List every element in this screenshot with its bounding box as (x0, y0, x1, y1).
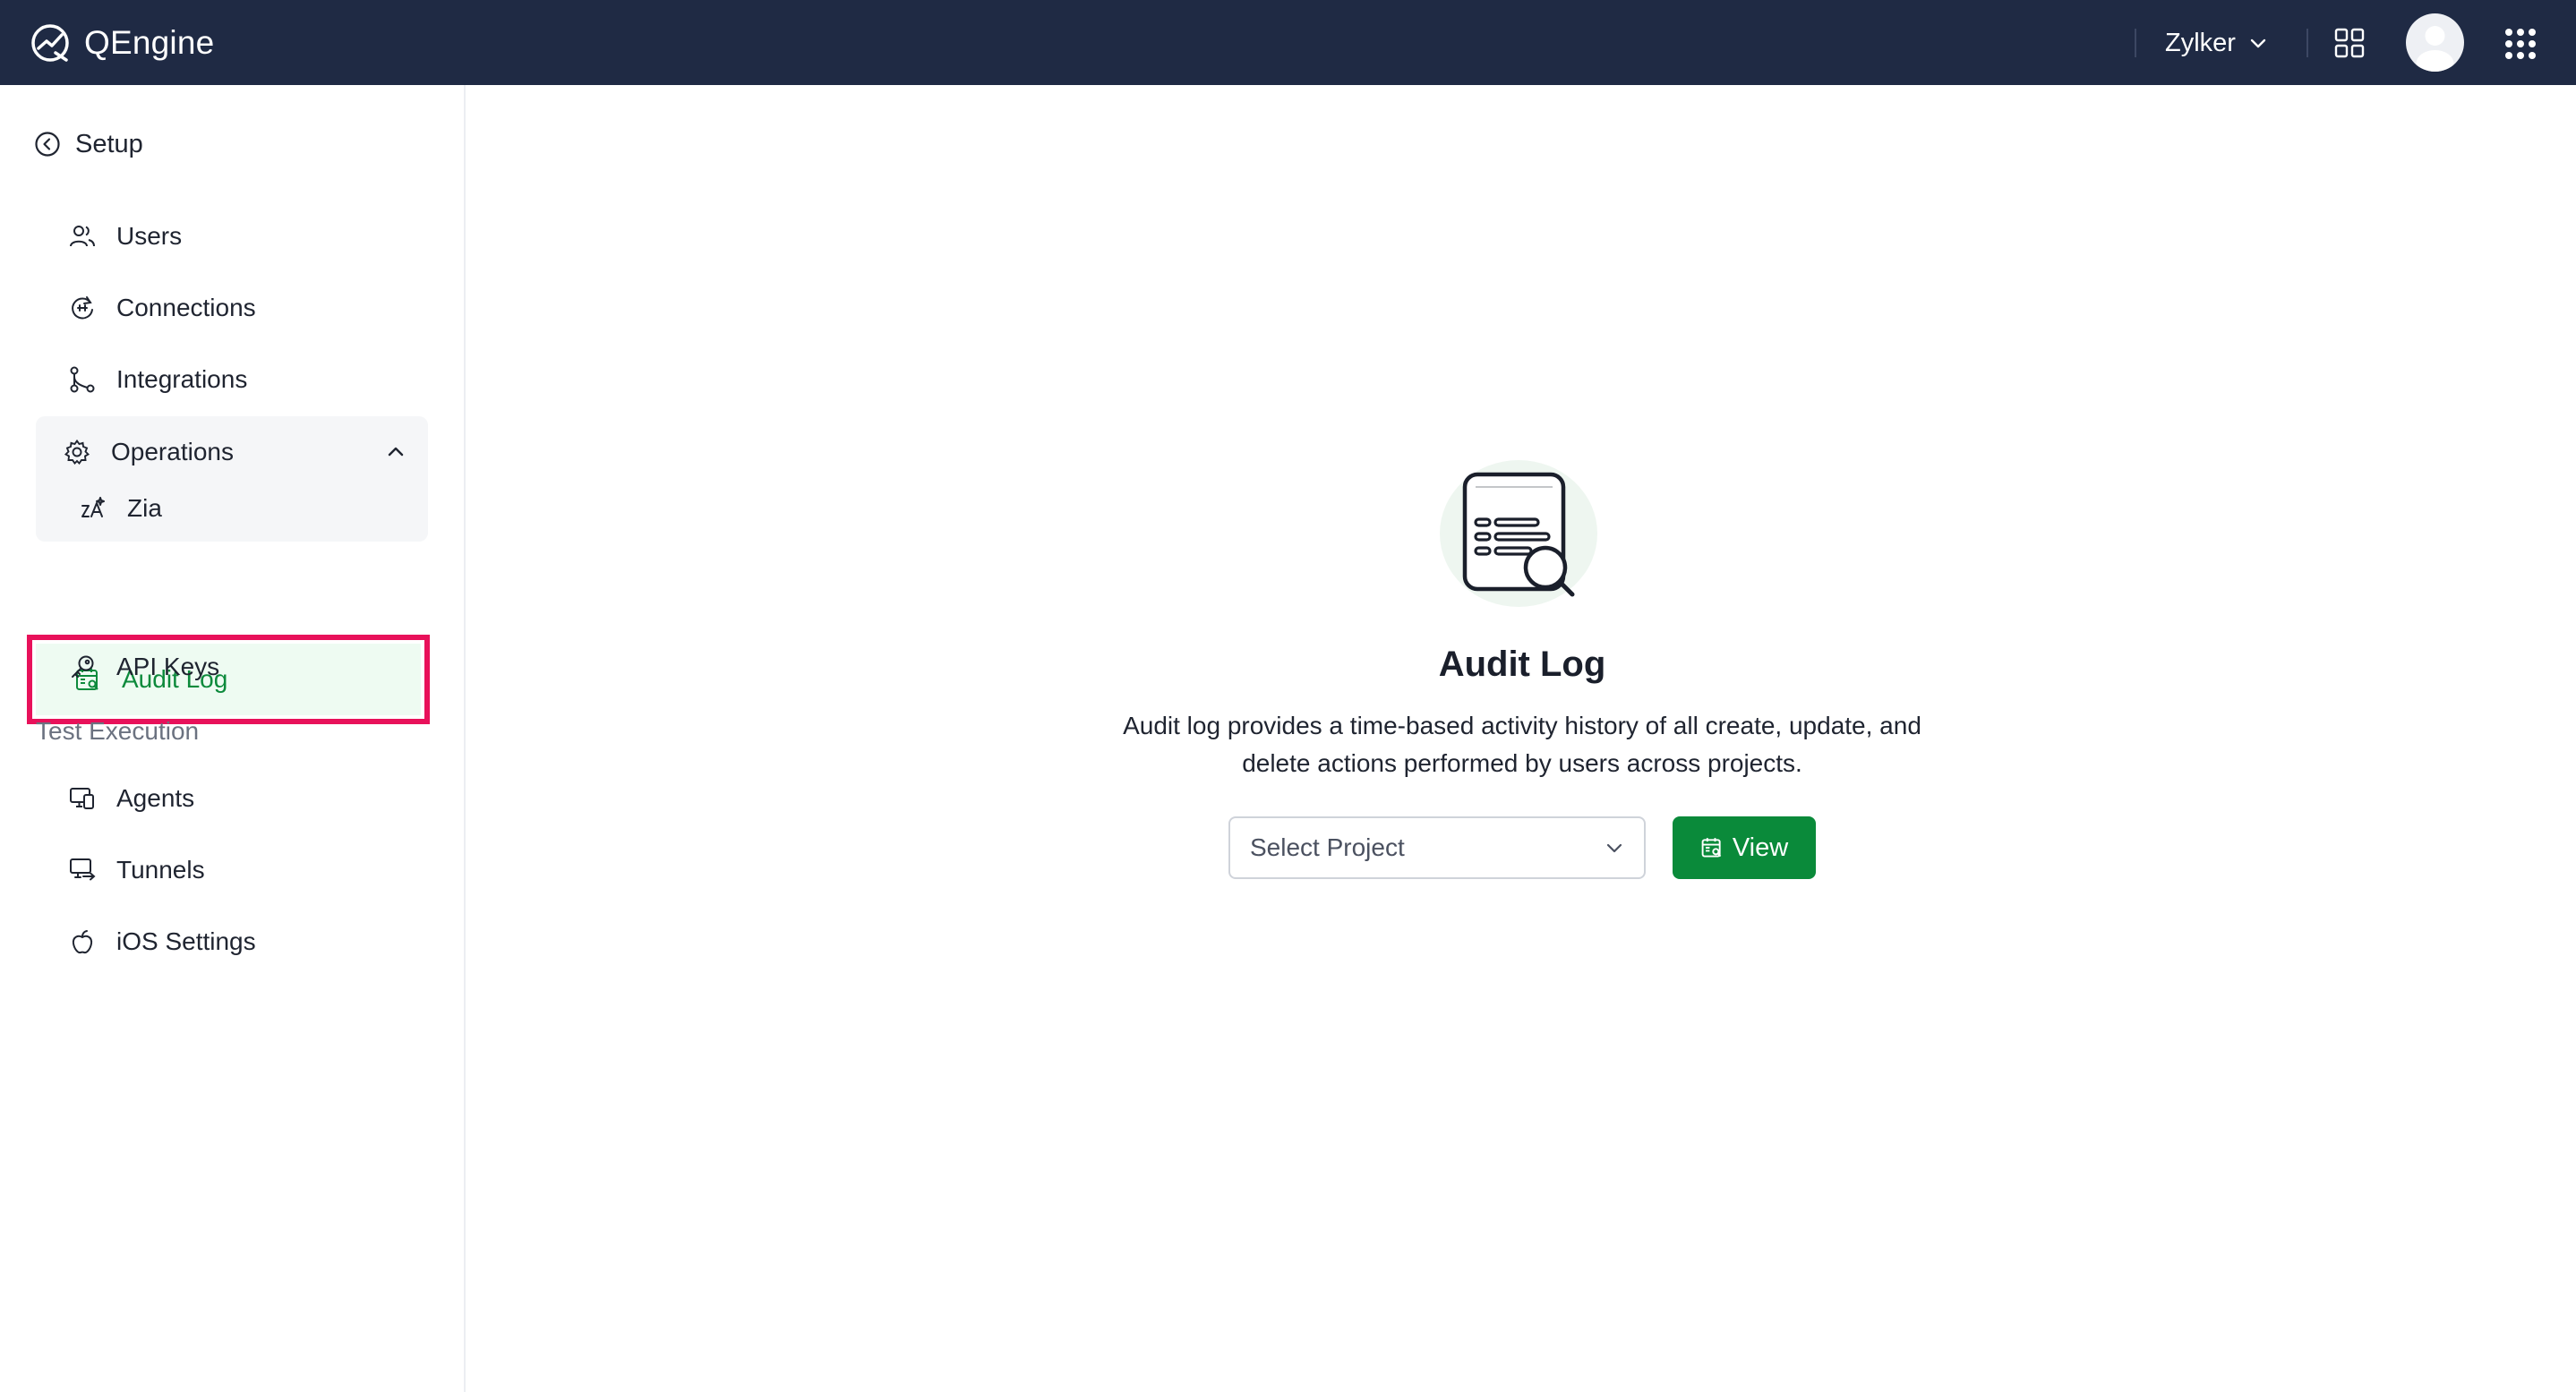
sidebar-item-agents[interactable]: Agents (68, 771, 194, 826)
org-switcher[interactable]: Zylker (2165, 25, 2268, 61)
view-button-label: View (1732, 833, 1789, 862)
brand[interactable]: QEngine (29, 20, 214, 66)
chevron-down-icon (2248, 33, 2268, 53)
header-divider (2135, 29, 2136, 57)
sidebar-item-label: Zia (127, 494, 162, 522)
sidebar-item-integrations[interactable]: Integrations (68, 352, 247, 407)
view-button[interactable]: View (1673, 816, 1816, 879)
sidebar-item-label: Integrations (116, 365, 248, 393)
operations-group: Operations Zia (36, 416, 428, 542)
section-title-test-execution: Test Execution (36, 717, 200, 745)
sidebar-item-label: Tunnels (116, 856, 205, 884)
qengine-logo-icon (29, 21, 72, 64)
audit-log-icon (1700, 836, 1724, 859)
page-title: Audit Log (1438, 645, 1606, 684)
avatar[interactable] (2406, 13, 2464, 72)
sidebar-item-label: API Keys (116, 653, 220, 680)
apple-icon (68, 927, 97, 956)
sidebar-item-label: Agents (116, 784, 195, 812)
description-line: delete actions performed by users across… (1242, 749, 1802, 777)
org-name: Zylker (2165, 28, 2236, 57)
operations-label: Operations (111, 438, 234, 465)
operations-toggle[interactable]: Operations (63, 432, 407, 472)
tunnels-icon (68, 856, 97, 884)
gear-icon (63, 438, 91, 466)
sidebar-item-label: Users (116, 222, 183, 250)
sidebar-item-tunnels[interactable]: Tunnels (68, 842, 205, 898)
integrations-icon (68, 365, 97, 394)
setup-label: Setup (75, 129, 143, 158)
connections-icon (68, 294, 97, 322)
sidebar-item-connections[interactable]: Connections (68, 280, 256, 336)
select-placeholder: Select Project (1250, 833, 1405, 861)
description-line: Audit log provides a time-based activity… (1123, 712, 1921, 739)
sidebar-item-label: iOS Settings (116, 927, 256, 955)
top-navigation-bar: QEngine Zylker (0, 0, 2576, 85)
sidebar-item-ios-settings[interactable]: iOS Settings (68, 914, 256, 969)
setup-sidebar: Setup Users Connections Integrations Ope… (0, 85, 466, 1392)
brand-name: QEngine (84, 24, 215, 61)
project-select[interactable]: Select Project (1228, 816, 1646, 879)
key-icon (68, 653, 97, 681)
empty-state-description: Audit log provides a time-based activity… (1030, 707, 2015, 782)
sidebar-item-api-keys[interactable]: API Keys (68, 639, 219, 695)
agents-icon (68, 784, 97, 813)
sidebar-item-zia[interactable]: Zia (79, 481, 162, 536)
header-divider (2306, 29, 2308, 57)
grid-icon[interactable] (2334, 28, 2365, 58)
sidebar-item-label: Connections (116, 294, 256, 321)
chevron-up-icon (385, 441, 407, 463)
chevron-down-icon (1605, 838, 1624, 858)
back-circle-icon (34, 131, 61, 158)
app-launcher-icon[interactable] (2504, 28, 2537, 60)
zia-icon (79, 494, 107, 523)
audit-log-illustration-icon (1436, 455, 1612, 607)
users-icon (68, 222, 97, 251)
setup-back-link[interactable]: Setup (34, 126, 143, 162)
sidebar-item-users[interactable]: Users (68, 209, 182, 264)
